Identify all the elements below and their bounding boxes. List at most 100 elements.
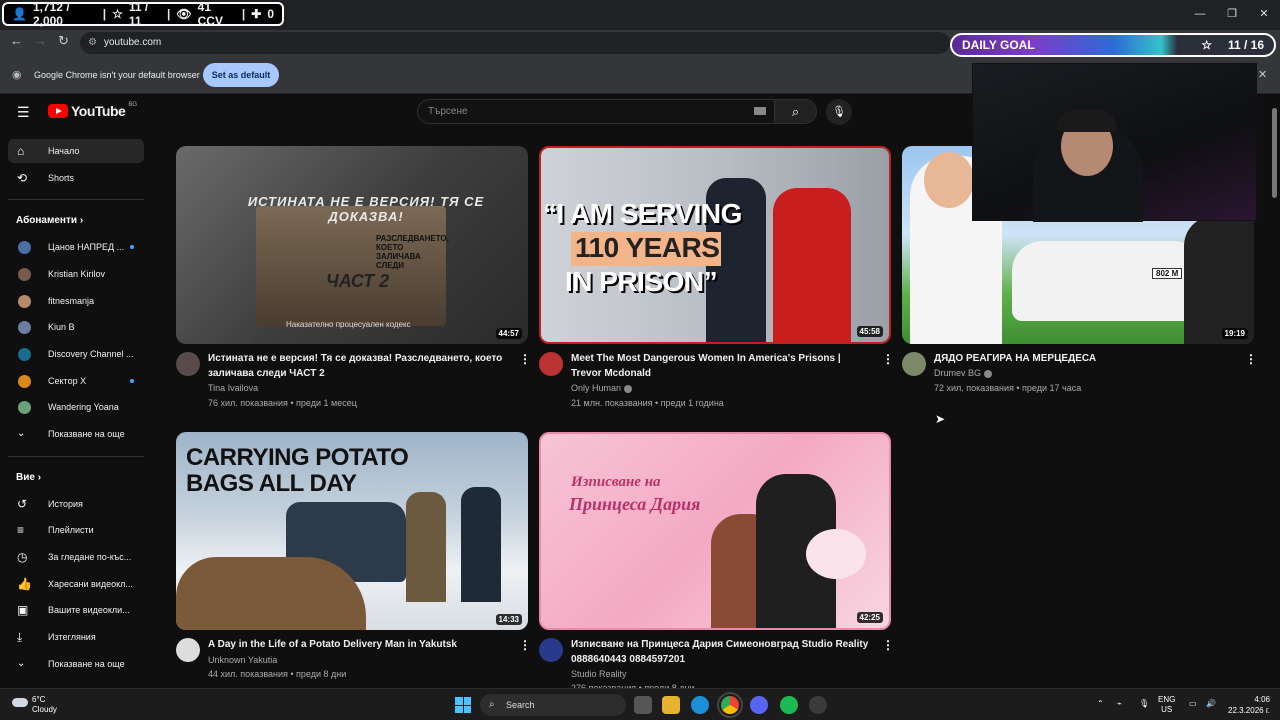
discord-icon[interactable] [750, 696, 768, 714]
hamburger-menu-icon[interactable]: ☰ [17, 104, 30, 121]
you-header[interactable]: Вие › [16, 472, 41, 483]
channel-name[interactable]: Studio Reality [571, 669, 627, 679]
video-thumbnail[interactable]: CARRYING POTATO BAGS ALL DAY 14:33 [176, 432, 528, 630]
forward-icon[interactable]: → [34, 33, 47, 48]
video-title[interactable]: Истината не е версия! Тя се доказва! Раз… [208, 351, 510, 381]
sidebar-item-shorts[interactable]: ⟲ Shorts [8, 166, 144, 190]
address-bar[interactable]: ⚙ youtube.com [80, 32, 950, 54]
voice-search-button[interactable]: 🎙 [826, 99, 852, 125]
url-text: youtube.com [104, 37, 162, 48]
channel-name-text: Only Human [571, 383, 622, 393]
video-thumbnail[interactable]: ИСТИНАТА НЕ Е ВЕРСИЯ! ТЯ СЕ ДОКАЗВА! РАЗ… [176, 146, 528, 344]
keyboard-icon[interactable] [754, 107, 766, 115]
video-title[interactable]: Meet The Most Dangerous Women In America… [571, 351, 873, 381]
maximize-icon[interactable]: ❐ [1216, 0, 1248, 30]
set-default-button[interactable]: Set as default [203, 63, 279, 87]
sidebar-item-subscription[interactable]: Kristian Kirilov [8, 262, 144, 286]
channel-avatar[interactable] [902, 352, 926, 376]
channel-name[interactable]: Only Human [571, 383, 633, 393]
channel-name[interactable]: Drumev BG [934, 368, 993, 378]
close-window-icon[interactable]: ✕ [1248, 0, 1280, 30]
weather-condition: Cloudy [32, 705, 57, 714]
close-icon[interactable]: ✕ [1258, 68, 1267, 81]
sidebar-item-subscription[interactable]: Kiun B [8, 315, 144, 339]
plus-icon: ✚ [251, 7, 262, 21]
system-clock[interactable]: 4:06 22.3.2026 г. [1228, 694, 1270, 716]
divider: | [167, 7, 171, 21]
daily-goal-count: 11 / 16 [1227, 38, 1264, 52]
task-view-icon[interactable] [634, 696, 652, 714]
channel-name-text: Drumev BG [934, 368, 982, 378]
subscriptions-header[interactable]: Абонаменти › [16, 215, 83, 226]
obs-icon[interactable] [809, 696, 827, 714]
edge-icon[interactable] [691, 696, 709, 714]
show-more-subscriptions[interactable]: ⌄ Показване на още [8, 422, 144, 446]
video-title[interactable]: Изписване на Принцеса Дария Симеоновград… [571, 637, 873, 667]
back-icon[interactable]: ← [10, 33, 23, 48]
channel-avatar[interactable] [176, 352, 200, 376]
sidebar-divider [8, 456, 144, 457]
minimize-icon[interactable]: — [1184, 0, 1216, 30]
channel-avatar[interactable] [176, 638, 200, 662]
download-icon: ⤓ [17, 630, 23, 644]
volume-icon[interactable]: 🔊 [1206, 699, 1216, 709]
sidebar-item-subscription[interactable]: Wandering Yoana [8, 395, 144, 419]
channel-avatar[interactable] [539, 352, 563, 376]
network-icon[interactable]: ⌁ [1117, 699, 1122, 709]
bookmark-star-icon[interactable]: ☆ [1201, 35, 1212, 55]
sidebar-item-history[interactable]: ↺ История [8, 492, 144, 516]
start-button[interactable] [455, 697, 471, 713]
sidebar-item-playlists[interactable]: ≡ Плейлисти [8, 518, 144, 542]
sidebar-item-downloads[interactable]: ⤓ Изтегляния [8, 625, 144, 649]
spotify-icon[interactable] [780, 696, 798, 714]
sidebar-item-subscription[interactable]: Discovery Channel ... [8, 342, 144, 366]
more-options-icon[interactable]: ⋮ [519, 638, 531, 652]
taskbar-search[interactable]: ⌕ Search [480, 694, 626, 716]
reload-icon[interactable]: ↻ [58, 33, 69, 49]
sidebar-item-liked[interactable]: 👍 Харесани видеокл... [8, 572, 144, 596]
show-more-you[interactable]: ⌄ Показване на още [8, 652, 144, 676]
thumb-book-text: РАЗСЛЕДВАНЕТО, КОЕТО ЗАЛИЧАВА СЛЕДИ [376, 234, 449, 270]
sidebar-item-your-videos[interactable]: ▣ Вашите видеокли... [8, 598, 144, 622]
channel-avatar[interactable] [539, 638, 563, 662]
sidebar-item-subscription[interactable]: Цанов НАПРЕД ... [8, 235, 144, 259]
thumb-line1: “I AM SERVING [543, 198, 742, 229]
sidebar-item-label: Показване на още [48, 429, 125, 439]
sidebar-item-home[interactable]: ⌂ Начало [8, 139, 144, 163]
more-options-icon[interactable]: ⋮ [519, 352, 531, 366]
language-indicator[interactable]: ENG US [1158, 695, 1175, 715]
more-options-icon[interactable]: ⋮ [882, 352, 894, 366]
weather-widget[interactable]: 6°C Cloudy [12, 695, 57, 715]
language-code: ENG [1158, 695, 1176, 704]
car-image [1012, 241, 1212, 321]
channel-avatar [18, 268, 31, 281]
chevron-up-icon[interactable]: ⌃ [1097, 699, 1104, 709]
sidebar-item-subscription[interactable]: fitnesmanja [8, 289, 144, 313]
display-icon[interactable]: ▭ [1189, 699, 1197, 709]
video-thumbnail[interactable]: Изписване на Принцеса Дария 42:25 [539, 432, 891, 630]
microphone-icon[interactable]: 🎙 [1139, 699, 1149, 709]
window-controls: — ❐ ✕ [1184, 0, 1280, 30]
sidebar-item-subscription[interactable]: Сектор X [8, 369, 144, 393]
search-button[interactable]: ⌕ [775, 99, 817, 124]
channel-name[interactable]: Tina Ivailova [208, 383, 258, 393]
history-icon: ↺ [17, 497, 28, 511]
youtube-logo[interactable]: YouTube BG [48, 102, 137, 119]
channel-name[interactable]: Unknown Yakutia [208, 655, 277, 665]
scrollbar-thumb[interactable] [1272, 108, 1277, 198]
search-input[interactable]: Търсене [417, 99, 775, 124]
more-options-icon[interactable]: ⋮ [882, 638, 894, 652]
sidebar-item-watch-later[interactable]: ◷ За гледане по-къс... [8, 545, 144, 569]
file-explorer-icon[interactable] [662, 696, 680, 714]
sidebar-item-label: Kristian Kirilov [48, 269, 106, 279]
site-info-icon[interactable]: ⚙ [88, 32, 97, 54]
daily-goal-label: DAILY GOAL [962, 38, 1035, 52]
scrollbar-track[interactable] [1272, 96, 1277, 688]
sidebar-item-label: Начало [48, 146, 80, 156]
chrome-app-icon[interactable] [717, 692, 743, 718]
more-options-icon[interactable]: ⋮ [1245, 352, 1257, 366]
video-title[interactable]: ДЯДО РЕАГИРА НА МЕРЦЕДЕСА [934, 351, 1236, 366]
video-thumbnail[interactable]: “I AM SERVING 110 YEARS IN PRISON” 45:58 [539, 146, 891, 344]
video-title[interactable]: A Day in the Life of a Potato Delivery M… [208, 637, 510, 652]
channel-avatar [18, 348, 31, 361]
